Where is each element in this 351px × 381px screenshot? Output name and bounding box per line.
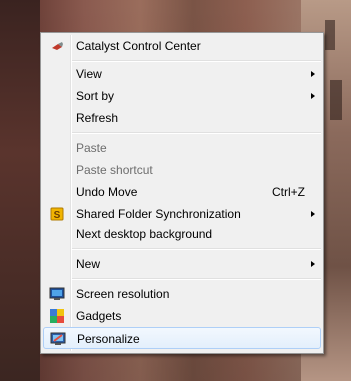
menu-item-label: Paste [76, 141, 107, 155]
menu-item-shortcut: Ctrl+Z [272, 185, 305, 199]
menu-item-next-desktop-background[interactable]: Next desktop background [43, 223, 321, 245]
menu-separator [72, 248, 321, 250]
menu-item-shared-folder-synchronization[interactable]: S Shared Folder Synchronization [43, 203, 321, 225]
menu-item-undo-move[interactable]: Undo Move Ctrl+Z [43, 181, 321, 203]
menu-item-label: Paste shortcut [76, 163, 153, 177]
menu-item-label: Gadgets [76, 309, 122, 323]
menu-item-gadgets[interactable]: Gadgets [43, 305, 321, 327]
desktop-wallpaper-left [0, 0, 40, 381]
menu-item-refresh[interactable]: Refresh [43, 107, 321, 129]
menu-item-label: Screen resolution [76, 287, 170, 301]
submenu-arrow-icon [311, 71, 315, 77]
gadgets-icon [50, 309, 64, 323]
menu-item-label: Shared Folder Synchronization [76, 207, 241, 221]
menu-item-catalyst-control-center[interactable]: Catalyst Control Center [43, 35, 321, 57]
menu-separator [72, 278, 321, 280]
menu-item-new[interactable]: New [43, 253, 321, 275]
menu-item-label: Undo Move [76, 185, 138, 199]
desktop-context-menu: Catalyst Control Center View Sort by Ref… [40, 32, 324, 354]
menu-item-label: Refresh [76, 111, 119, 125]
menu-item-screen-resolution[interactable]: Screen resolution [43, 283, 321, 305]
submenu-arrow-icon [311, 261, 315, 267]
menu-item-paste-shortcut[interactable]: Paste shortcut [43, 159, 321, 181]
menu-item-paste[interactable]: Paste [43, 137, 321, 159]
menu-item-label: View [76, 67, 102, 81]
sync-icon: S [50, 207, 64, 221]
menu-item-label: Next desktop background [76, 227, 213, 241]
monitor-icon [49, 287, 65, 300]
svg-text:S: S [54, 210, 61, 221]
menu-separator [72, 132, 321, 134]
personalize-icon [50, 332, 66, 345]
menu-item-label: Personalize [77, 332, 140, 346]
menu-item-label: New [76, 257, 101, 271]
menu-item-label: Sort by [76, 89, 115, 103]
wallpaper-window [325, 20, 335, 50]
submenu-arrow-icon [311, 93, 315, 99]
menu-item-label: Catalyst Control Center [76, 39, 201, 53]
catalyst-icon [52, 42, 63, 50]
wallpaper-window [330, 80, 342, 120]
menu-item-personalize[interactable]: Personalize [43, 327, 321, 349]
menu-item-view[interactable]: View [43, 63, 321, 85]
menu-item-sort-by[interactable]: Sort by [43, 85, 321, 107]
menu-separator [72, 60, 321, 62]
submenu-arrow-icon [311, 211, 315, 217]
